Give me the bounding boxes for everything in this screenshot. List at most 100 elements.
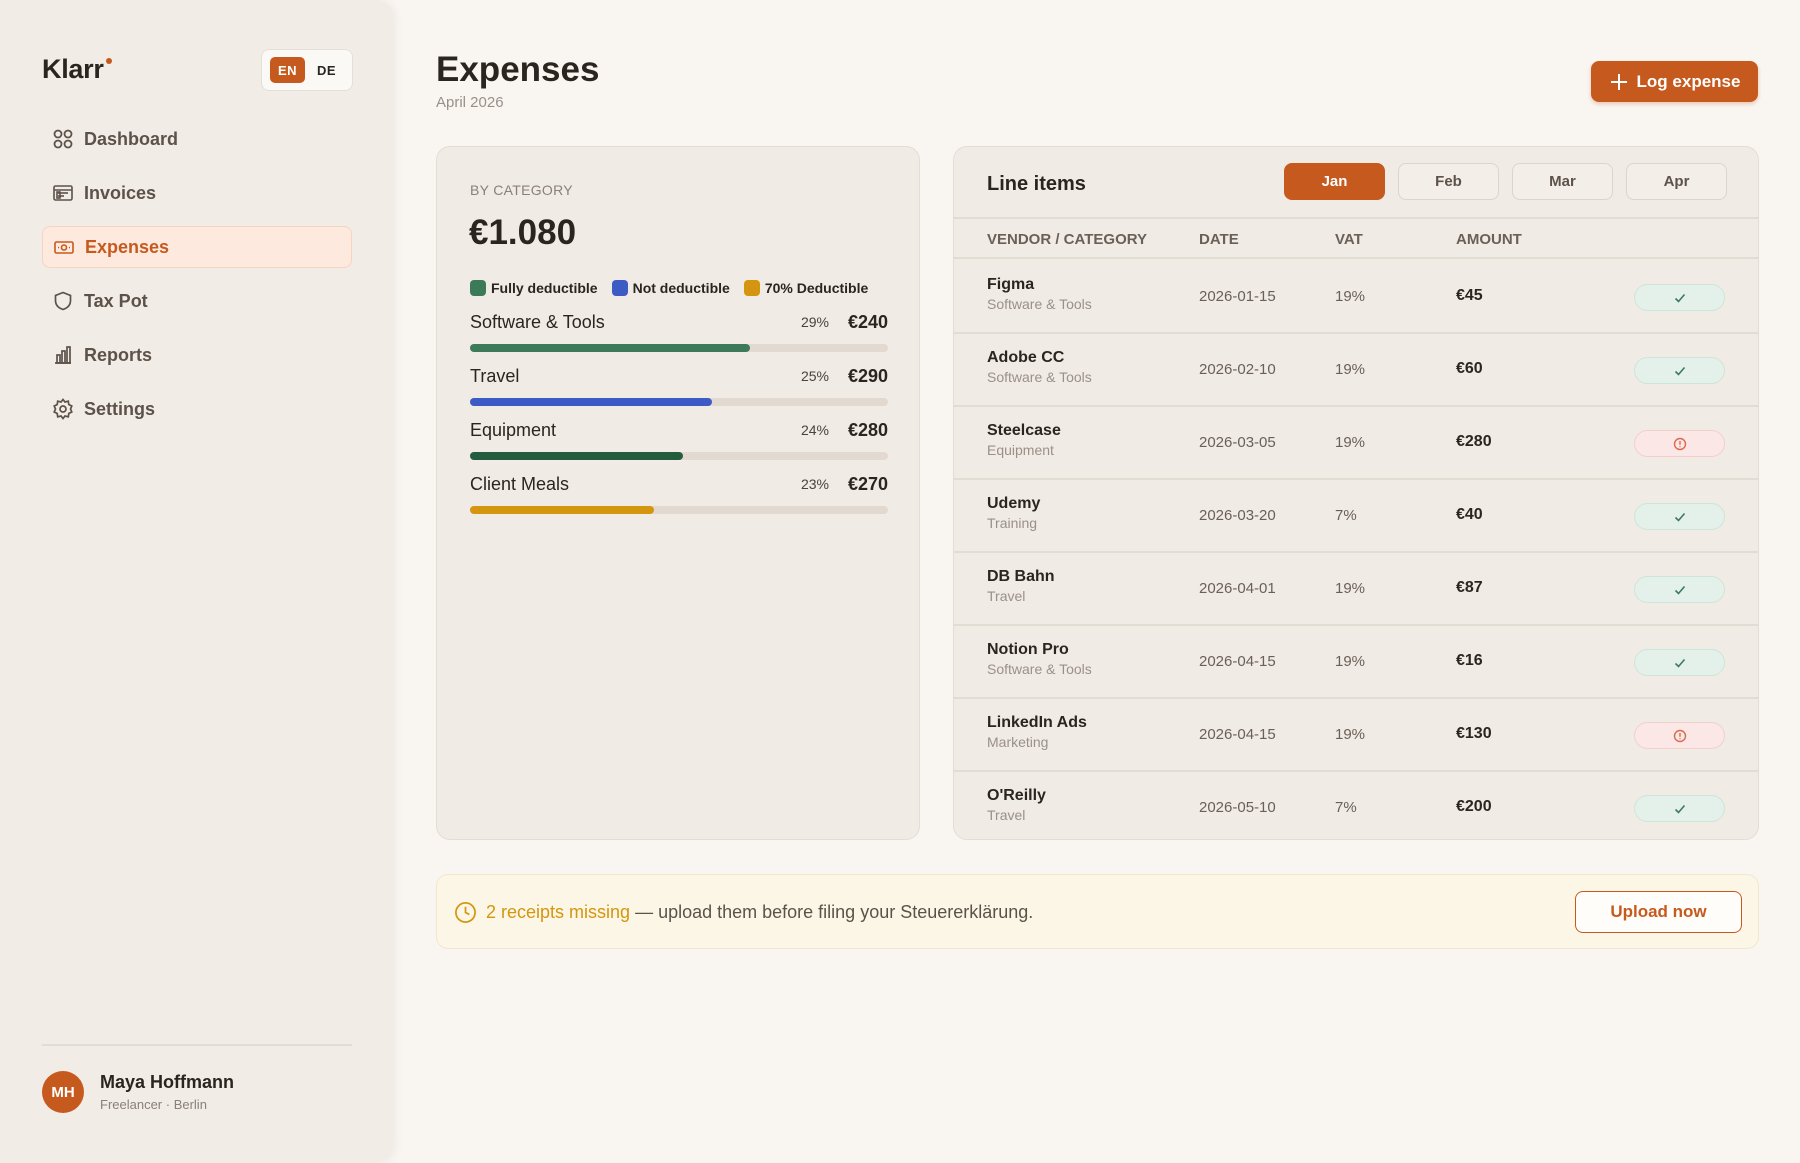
sidebar-item-label: Expenses	[85, 236, 170, 257]
table-row[interactable]: Figma Software & Tools 2026-01-15 19% €45	[954, 261, 1758, 334]
vendor-name: Steelcase	[987, 422, 1061, 439]
column-header-date[interactable]: DATE	[1199, 231, 1239, 248]
category-percent: 24%	[800, 422, 829, 438]
vendor-name: DB Bahn	[987, 568, 1055, 585]
vendor-name: O'Reilly	[987, 787, 1046, 804]
category-name: Equipment	[470, 420, 557, 440]
sidebar-item-label: Reports	[84, 344, 153, 365]
sidebar: Klarr EN DE Dashboard Invoices Expenses	[0, 0, 393, 1163]
receipt-missing-badge[interactable]	[1634, 430, 1725, 457]
check-icon	[1673, 364, 1687, 378]
app-logo[interactable]: Klarr	[42, 54, 112, 85]
vendor-category: Training	[987, 515, 1038, 531]
column-header-amount[interactable]: AMOUNT	[1456, 231, 1522, 248]
vendor-category: Software & Tools	[987, 369, 1092, 385]
shield-icon	[52, 290, 74, 312]
banner-message: — upload them before filing your Steuere…	[630, 902, 1034, 922]
vendor-category: Equipment	[987, 442, 1054, 458]
check-icon	[1673, 583, 1687, 597]
receipt-missing-badge[interactable]	[1634, 722, 1725, 749]
expense-date: 2026-04-15	[1199, 726, 1276, 743]
log-expense-button[interactable]: Log expense	[1591, 61, 1758, 102]
tab-mar[interactable]: Mar	[1512, 163, 1613, 200]
table-header: VENDOR / CATEGORY DATE VAT AMOUNT	[954, 217, 1758, 259]
expense-amount: €60	[1456, 360, 1483, 377]
bar-chart-icon	[52, 344, 74, 366]
avatar[interactable]: MH	[42, 1071, 84, 1113]
category-progress-track	[470, 398, 888, 406]
expense-amount: €87	[1456, 579, 1483, 596]
upload-now-button[interactable]: Upload now	[1575, 891, 1742, 933]
missing-receipts-link[interactable]: 2 receipts missing	[486, 902, 630, 922]
vat-rate: 19%	[1335, 726, 1366, 743]
table-row[interactable]: DB Bahn Travel 2026-04-01 19% €87	[954, 553, 1758, 626]
tab-jan[interactable]: Jan	[1284, 163, 1385, 200]
banner-text: 2 receipts missing — upload them before …	[486, 902, 1033, 923]
column-header-vat[interactable]: VAT	[1335, 231, 1363, 248]
sidebar-item-reports[interactable]: Reports	[42, 334, 352, 376]
vendor-category: Travel	[987, 807, 1026, 823]
vat-rate: 19%	[1335, 653, 1366, 670]
expense-date: 2026-01-15	[1199, 288, 1276, 305]
receipt-ok-badge[interactable]	[1634, 795, 1725, 822]
plus-icon	[1610, 73, 1627, 90]
table-row[interactable]: Notion Pro Software & Tools 2026-04-15 19% €…	[954, 626, 1758, 699]
table-row[interactable]: O'Reilly Travel 2026-05-10 7% €200	[954, 772, 1758, 839]
vat-rate: 7%	[1335, 799, 1357, 816]
banknote-icon	[53, 236, 75, 258]
vat-rate: 19%	[1335, 434, 1366, 451]
legend-swatch	[611, 280, 628, 296]
vendor-category: Software & Tools	[987, 296, 1092, 312]
line-items-card: Line items Jan Feb Mar Apr VENDOR / CATE…	[953, 146, 1759, 840]
page-title: Expenses	[436, 50, 600, 89]
receipt-ok-badge[interactable]	[1634, 503, 1725, 530]
vat-rate: 19%	[1335, 288, 1366, 305]
sidebar-item-dashboard[interactable]: Dashboard	[42, 118, 352, 160]
vendor-name: Figma	[987, 276, 1035, 293]
vat-rate: 7%	[1335, 507, 1357, 524]
month-tabs: Jan Feb Mar Apr	[1284, 163, 1727, 200]
category-name: Client Meals	[470, 474, 570, 494]
table-row[interactable]: Udemy Training 2026-03-20 7% €40	[954, 480, 1758, 553]
receipt-ok-badge[interactable]	[1634, 284, 1725, 311]
category-progress-fill	[470, 398, 713, 406]
missing-receipts-banner: 2 receipts missing — upload them before …	[436, 874, 1759, 949]
check-icon	[1673, 510, 1687, 524]
alert-icon	[1673, 729, 1687, 743]
page-subtitle: April 2026	[436, 94, 504, 111]
sidebar-item-tax-pot[interactable]: Tax Pot	[42, 280, 352, 322]
table-row[interactable]: LinkedIn Ads Marketing 2026-04-15 19% €130	[954, 699, 1758, 772]
sidebar-item-settings[interactable]: Settings	[42, 388, 352, 430]
category-amount: €270	[847, 474, 888, 494]
category-progress-track	[470, 344, 888, 352]
tab-feb[interactable]: Feb	[1398, 163, 1499, 200]
lang-de-button[interactable]: DE	[309, 57, 344, 83]
sidebar-item-expenses[interactable]: Expenses	[42, 226, 352, 268]
category-name: Software & Tools	[470, 312, 605, 332]
vendor-name: Notion Pro	[987, 641, 1069, 658]
lang-en-button[interactable]: EN	[270, 57, 305, 83]
table-row[interactable]: Steelcase Equipment 2026-03-05 19% €280	[954, 407, 1758, 480]
receipt-ok-badge[interactable]	[1634, 649, 1725, 676]
category-total: €1.080	[469, 213, 577, 252]
category-name: Travel	[470, 366, 520, 386]
check-icon	[1673, 656, 1687, 670]
tab-apr[interactable]: Apr	[1626, 163, 1727, 200]
vendor-name: LinkedIn Ads	[987, 714, 1087, 731]
receipt-ok-badge[interactable]	[1634, 357, 1725, 384]
sidebar-divider	[42, 1044, 352, 1046]
category-amount: €240	[847, 312, 888, 332]
vendor-category: Travel	[987, 588, 1026, 604]
category-percent: 23%	[800, 476, 829, 492]
sidebar-item-label: Settings	[84, 398, 156, 419]
expense-date: 2026-04-01	[1199, 580, 1276, 597]
receipt-ok-badge[interactable]	[1634, 576, 1725, 603]
table-row[interactable]: Adobe CC Software & Tools 2026-02-10 19% €60	[954, 334, 1758, 407]
sidebar-item-invoices[interactable]: Invoices	[42, 172, 352, 214]
category-progress-track	[470, 452, 888, 460]
column-header-vendor[interactable]: VENDOR / CATEGORY	[987, 231, 1147, 248]
clock-icon	[455, 902, 476, 923]
expense-date: 2026-03-05	[1199, 434, 1276, 451]
legend-item: Not deductible	[611, 280, 730, 296]
legend-item: 70% Deductible	[743, 280, 868, 296]
